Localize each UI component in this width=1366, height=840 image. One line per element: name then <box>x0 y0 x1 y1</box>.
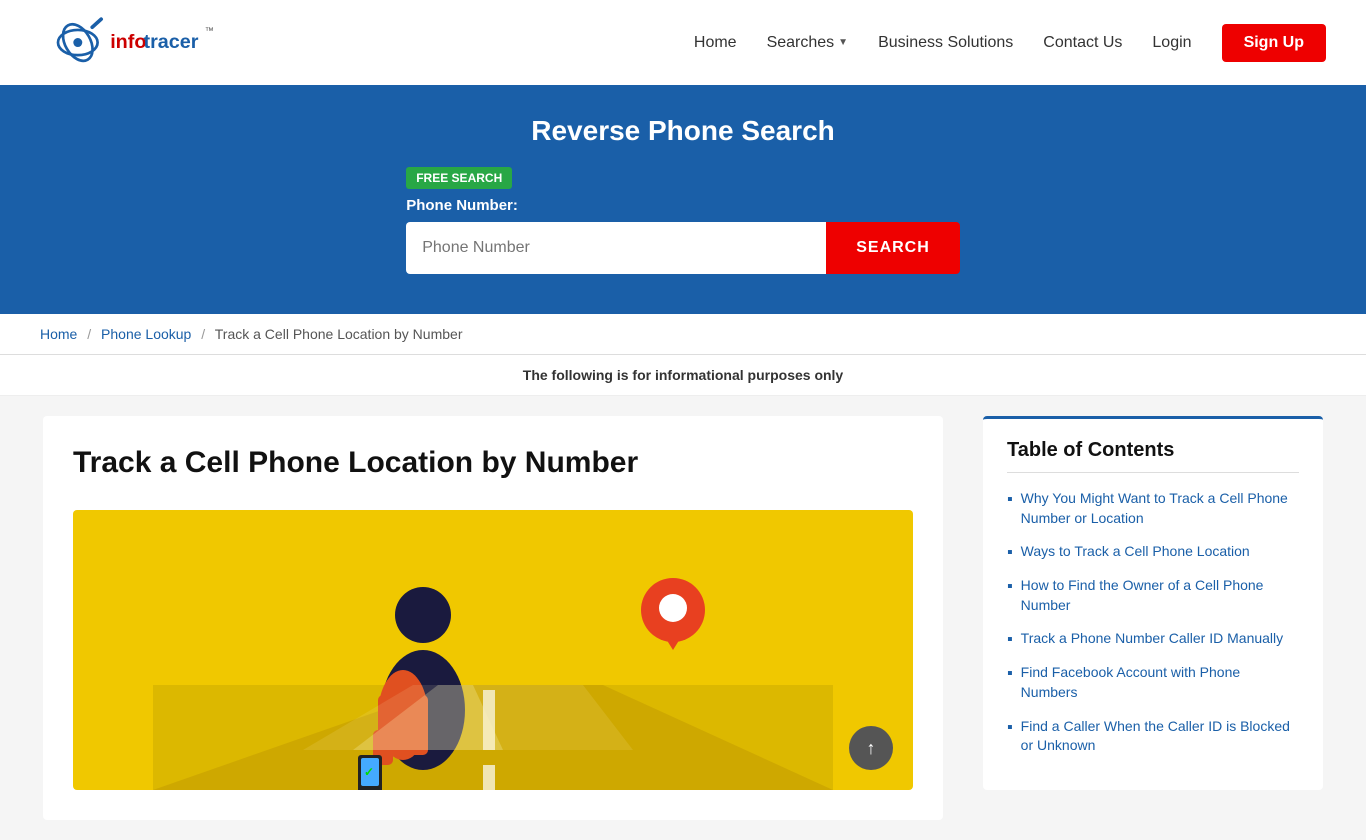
sidebar: Table of Contents ▪ Why You Might Want t… <box>983 416 1323 820</box>
article-image: ✓ ↑ <box>73 510 913 790</box>
site-header: info tracer ™ Home Searches ▼ Business S… <box>0 0 1366 85</box>
toc-item: ▪ Ways to Track a Cell Phone Location <box>1007 542 1299 562</box>
toc-box: Table of Contents ▪ Why You Might Want t… <box>983 416 1323 790</box>
toc-bullet-icon: ▪ <box>1007 665 1013 683</box>
breadcrumb-sep-2: / <box>201 326 205 342</box>
article-title: Track a Cell Phone Location by Number <box>73 446 913 480</box>
chevron-down-icon: ▼ <box>838 37 848 48</box>
toc-item: ▪ How to Find the Owner of a Cell Phone … <box>1007 576 1299 615</box>
toc-link[interactable]: How to Find the Owner of a Cell Phone Nu… <box>1021 576 1299 615</box>
search-button[interactable]: SEARCH <box>826 222 960 274</box>
toc-link[interactable]: Why You Might Want to Track a Cell Phone… <box>1021 489 1299 528</box>
toc-item: ▪ Why You Might Want to Track a Cell Pho… <box>1007 489 1299 528</box>
logo[interactable]: info tracer ™ <box>40 13 220 73</box>
svg-text:™: ™ <box>205 25 214 35</box>
breadcrumb-home[interactable]: Home <box>40 326 77 342</box>
main-nav: Home Searches ▼ Business Solutions Conta… <box>694 24 1326 62</box>
breadcrumb-phone-lookup[interactable]: Phone Lookup <box>101 326 191 342</box>
info-bar: The following is for informational purpo… <box>0 355 1366 396</box>
svg-text:✓: ✓ <box>364 765 374 779</box>
search-container: FREE SEARCH Phone Number: SEARCH <box>406 167 960 274</box>
phone-search-input[interactable] <box>406 222 826 274</box>
article-section: Track a Cell Phone Location by Number <box>43 416 943 820</box>
toc-link[interactable]: Find Facebook Account with Phone Numbers <box>1021 663 1299 702</box>
toc-link[interactable]: Track a Phone Number Caller ID Manually <box>1021 629 1283 649</box>
info-bar-text: The following is for informational purpo… <box>523 367 843 383</box>
toc-title: Table of Contents <box>1007 439 1299 473</box>
toc-bullet-icon: ▪ <box>1007 578 1013 596</box>
breadcrumb-sep-1: / <box>87 326 91 342</box>
breadcrumb-current: Track a Cell Phone Location by Number <box>215 326 463 342</box>
nav-home[interactable]: Home <box>694 34 737 52</box>
toc-item: ▪ Track a Phone Number Caller ID Manuall… <box>1007 629 1299 649</box>
nav-contact[interactable]: Contact Us <box>1043 34 1122 52</box>
nav-business[interactable]: Business Solutions <box>878 34 1013 52</box>
toc-list: ▪ Why You Might Want to Track a Cell Pho… <box>1007 489 1299 756</box>
toc-bullet-icon: ▪ <box>1007 631 1013 649</box>
toc-bullet-icon: ▪ <box>1007 544 1013 562</box>
illustration-svg: ✓ <box>73 510 913 790</box>
scroll-up-icon: ↑ <box>867 738 876 759</box>
free-search-badge: FREE SEARCH <box>406 167 512 189</box>
phone-label: Phone Number: <box>406 197 960 214</box>
scroll-up-button[interactable]: ↑ <box>849 726 893 770</box>
search-row: SEARCH <box>406 222 960 274</box>
signup-button[interactable]: Sign Up <box>1222 24 1326 62</box>
main-wrapper: Track a Cell Phone Location by Number <box>0 396 1366 840</box>
nav-searches-label: Searches <box>767 34 835 52</box>
hero-title: Reverse Phone Search <box>20 115 1346 147</box>
breadcrumb: Home / Phone Lookup / Track a Cell Phone… <box>0 314 1366 355</box>
content-area: Track a Cell Phone Location by Number <box>43 416 1323 820</box>
toc-link[interactable]: Find a Caller When the Caller ID is Bloc… <box>1021 717 1299 756</box>
toc-bullet-icon: ▪ <box>1007 719 1013 737</box>
login-button[interactable]: Login <box>1152 34 1191 52</box>
svg-text:tracer: tracer <box>144 30 199 52</box>
logo-svg: info tracer ™ <box>40 13 220 73</box>
hero-section: Reverse Phone Search FREE SEARCH Phone N… <box>0 85 1366 314</box>
toc-link[interactable]: Ways to Track a Cell Phone Location <box>1021 542 1250 562</box>
nav-searches[interactable]: Searches ▼ <box>767 34 849 52</box>
toc-item: ▪ Find Facebook Account with Phone Numbe… <box>1007 663 1299 702</box>
toc-item: ▪ Find a Caller When the Caller ID is Bl… <box>1007 717 1299 756</box>
toc-bullet-icon: ▪ <box>1007 491 1013 509</box>
svg-text:info: info <box>110 30 146 52</box>
